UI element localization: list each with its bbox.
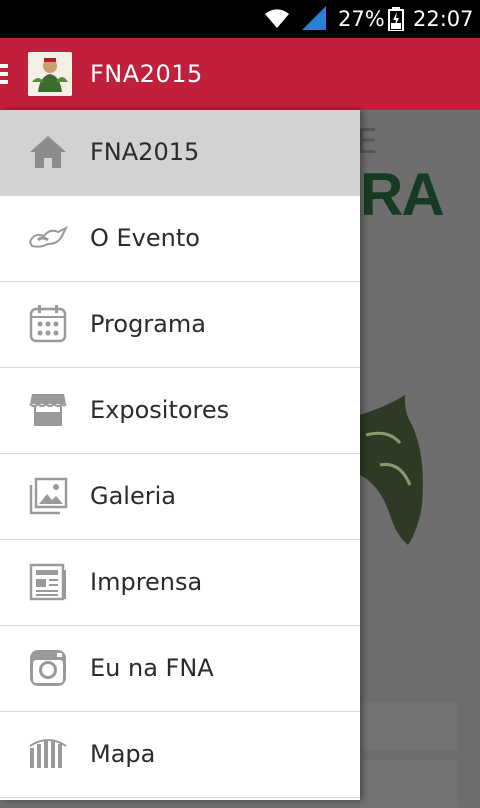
- app-logo[interactable]: [28, 52, 72, 96]
- menu-item-o-evento[interactable]: O Evento: [0, 196, 360, 282]
- menu-item-imprensa[interactable]: Imprensa: [0, 540, 360, 626]
- clock: 22:07: [413, 7, 474, 31]
- app-bar: FNA2015: [0, 38, 480, 110]
- menu-item-label: Imprensa: [90, 568, 203, 596]
- signal-icon: [302, 6, 326, 30]
- background-heading: RA: [360, 161, 445, 228]
- event-icon: [28, 225, 68, 248]
- menu-item-label: Expositores: [90, 396, 230, 424]
- menu-item-mapa[interactable]: Mapa: [0, 712, 360, 798]
- menu-item-label: O Evento: [90, 224, 200, 252]
- background-horse-image: [360, 395, 423, 545]
- camera-icon: [30, 650, 66, 686]
- menu-toggle-icon[interactable]: [0, 64, 8, 86]
- background-card: [360, 702, 458, 750]
- menu-item-eu-na-fna[interactable]: Eu na FNA: [0, 626, 360, 712]
- home-icon: [30, 136, 66, 168]
- background-card: [360, 760, 458, 808]
- menu-item-expositores[interactable]: Expositores: [0, 368, 360, 454]
- battery-percentage: 27%: [338, 7, 385, 31]
- menu-item-programa[interactable]: Programa: [0, 282, 360, 368]
- status-bar: 27% 22:07: [0, 0, 480, 38]
- map-icon: [29, 739, 67, 768]
- menu-item-label: Galeria: [90, 482, 176, 510]
- menu-item-label: Mapa: [90, 740, 156, 768]
- battery-icon: [388, 7, 404, 31]
- calendar-icon: [29, 305, 67, 343]
- wifi-icon: [265, 9, 289, 28]
- menu-item-label: FNA2015: [90, 138, 200, 166]
- gallery-icon: [29, 477, 68, 515]
- menu-item-galeria[interactable]: Galeria: [0, 454, 360, 540]
- app-title: FNA2015: [90, 60, 203, 88]
- newspaper-icon: [29, 563, 66, 601]
- menu-item-label: Programa: [90, 310, 206, 338]
- stall-icon: [29, 394, 67, 426]
- menu-item-fna2015[interactable]: FNA2015: [0, 110, 360, 196]
- navigation-drawer: FNA2015 O Evento Programa Expositores Ga…: [0, 110, 360, 800]
- menu-item-label: Eu na FNA: [90, 654, 214, 682]
